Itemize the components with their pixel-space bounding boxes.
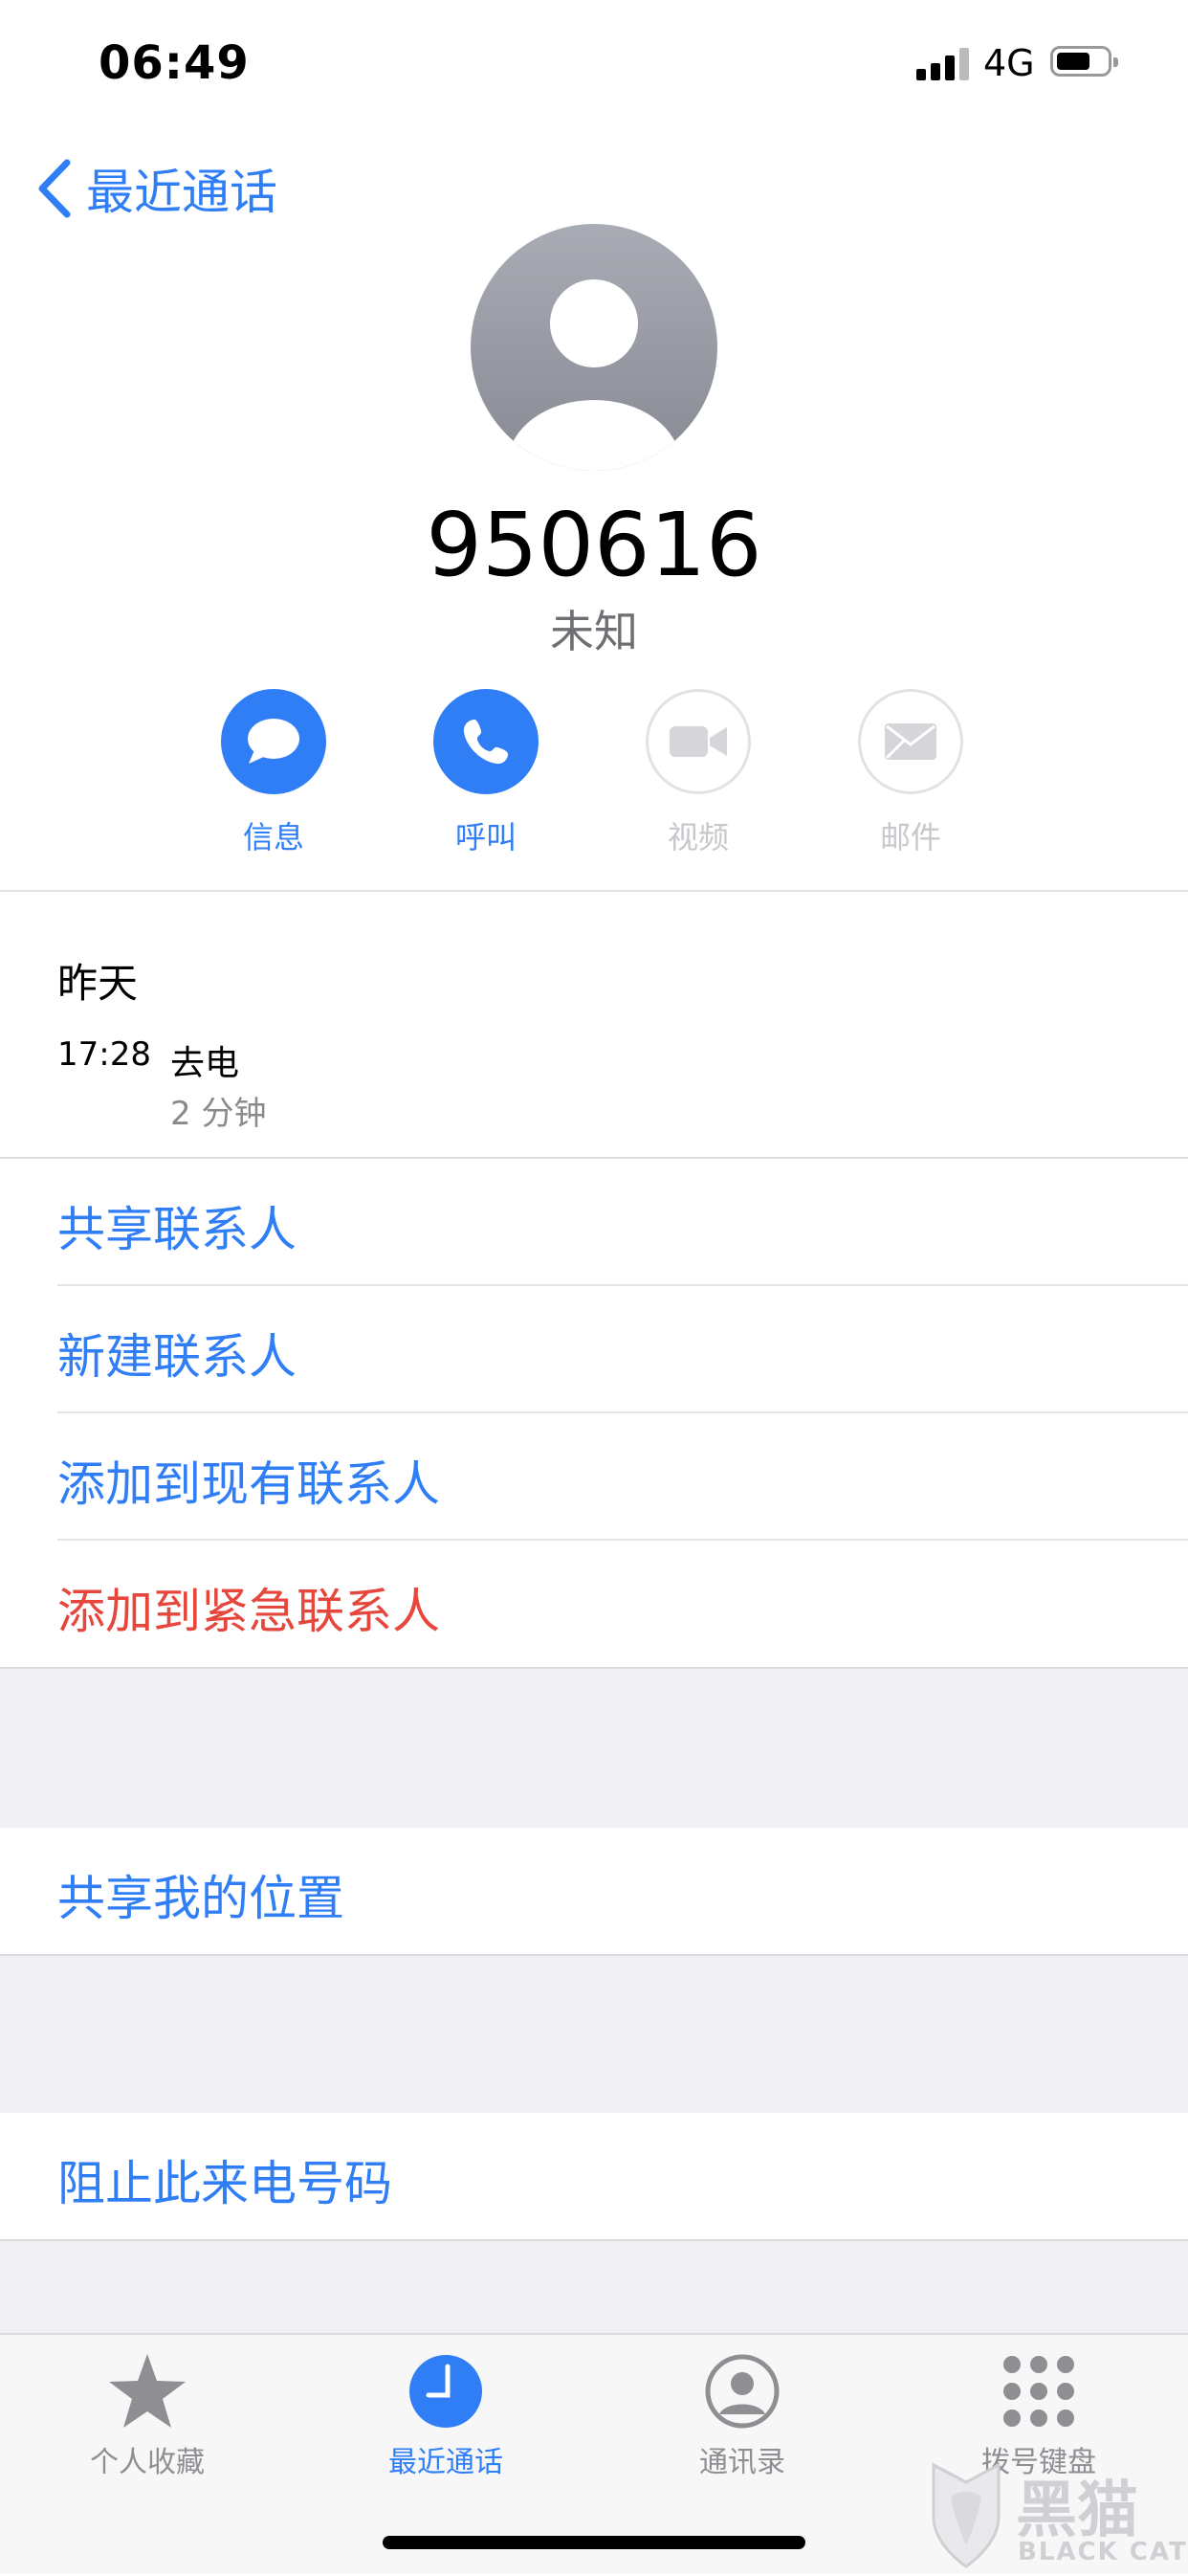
cellular-signal-icon (916, 46, 970, 80)
tab-recents-label: 最近通话 (388, 2446, 503, 2479)
message-icon (248, 719, 299, 764)
message-label: 信息 (242, 819, 304, 855)
video-label: 视频 (667, 819, 729, 855)
tab-favorites[interactable]: 个人收藏 (42, 2348, 253, 2480)
watermark-text-en: BLACK CAT (1018, 2538, 1188, 2566)
call-time: 17:28 (57, 1035, 151, 1074)
chevron-left-icon (38, 159, 71, 218)
share-contact-label: 共享联系人 (57, 1202, 297, 1257)
back-label: 最近通话 (86, 165, 277, 220)
call-label: 呼叫 (454, 819, 517, 855)
message-button[interactable]: 信息 (178, 689, 369, 857)
network-type: 4G (983, 42, 1035, 84)
video-button[interactable]: 视频 (603, 689, 794, 857)
phone-icon (463, 719, 509, 765)
call-type: 去电 (170, 1044, 240, 1083)
group-spacer (0, 1954, 1188, 2115)
tab-recents[interactable]: 最近通话 (341, 2348, 551, 2480)
block-caller-row[interactable]: 阻止此来电号码 (0, 2113, 1188, 2239)
video-icon (670, 726, 727, 757)
add-to-existing-contact-row[interactable]: 添加到现有联系人 (0, 1413, 1188, 1540)
add-to-emergency-contact-label: 添加到紧急联系人 (57, 1584, 440, 1639)
keypad-icon (1003, 2356, 1074, 2427)
block-caller-label: 阻止此来电号码 (57, 2156, 392, 2211)
star-icon (109, 2354, 186, 2428)
watermark-text-cn: 黑猫 (1016, 2476, 1138, 2546)
divider (0, 890, 1188, 892)
tab-contacts[interactable]: 通讯录 (637, 2348, 847, 2480)
group-spacer (0, 2239, 1188, 2335)
tab-contacts-label: 通讯录 (699, 2446, 785, 2479)
clock-icon (409, 2355, 482, 2428)
call-duration: 2 分钟 (170, 1095, 267, 1133)
share-location-label: 共享我的位置 (57, 1871, 344, 1926)
contacts-icon (705, 2354, 780, 2429)
status-time: 06:49 (99, 36, 250, 90)
caller-label: 未知 (550, 606, 638, 657)
add-to-emergency-contact-row[interactable]: 添加到紧急联系人 (0, 1541, 1188, 1667)
share-location-row[interactable]: 共享我的位置 (0, 1828, 1188, 1954)
mail-icon (885, 723, 936, 760)
black-cat-watermark: 黑猫 BLACK CAT (928, 2459, 1188, 2572)
battery-icon (1050, 46, 1118, 77)
mail-label: 邮件 (879, 819, 941, 855)
mail-button[interactable]: 邮件 (815, 689, 1006, 857)
share-contact-row[interactable]: 共享联系人 (0, 1159, 1188, 1285)
back-button[interactable]: 最近通话 (34, 155, 277, 222)
phone-number: 950616 (426, 494, 762, 596)
call-button[interactable]: 呼叫 (390, 689, 582, 857)
tab-favorites-label: 个人收藏 (90, 2446, 205, 2479)
add-to-existing-contact-label: 添加到现有联系人 (57, 1456, 440, 1512)
new-contact-label: 新建联系人 (57, 1329, 297, 1385)
call-day: 昨天 (57, 960, 139, 1007)
avatar (471, 224, 717, 471)
group-spacer (0, 1667, 1188, 1830)
home-indicator[interactable] (383, 2536, 805, 2549)
new-contact-row[interactable]: 新建联系人 (0, 1286, 1188, 1412)
person-placeholder-icon (508, 279, 680, 471)
